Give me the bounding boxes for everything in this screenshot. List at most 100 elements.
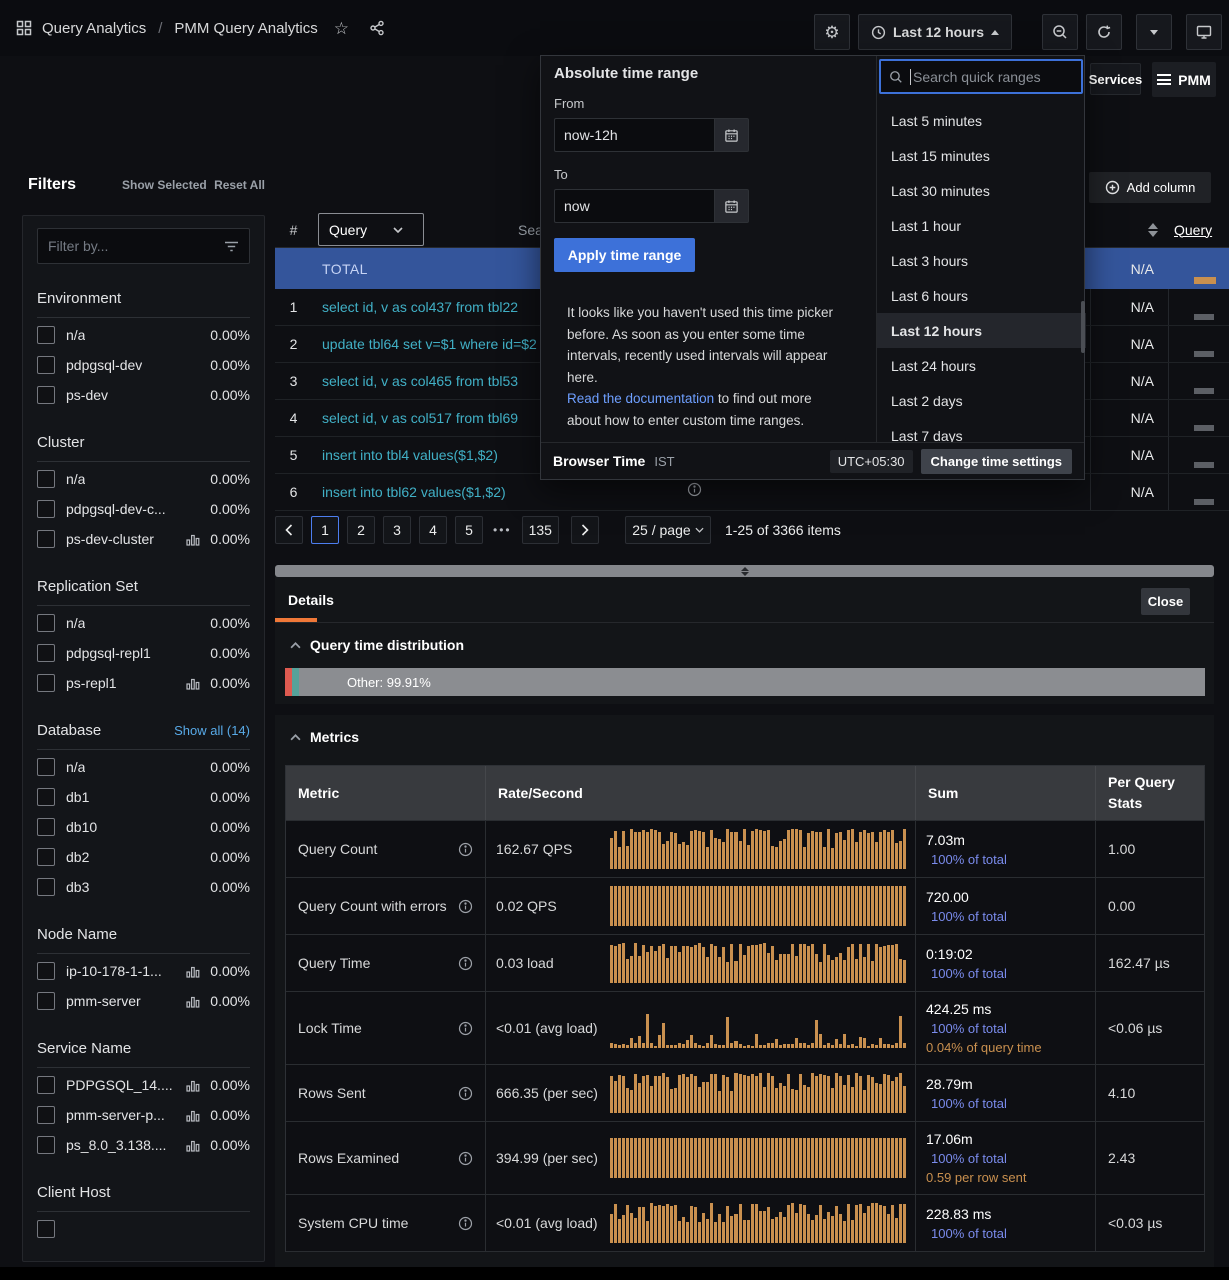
prev-page-button[interactable]	[275, 516, 303, 544]
filter-item[interactable]: ps-repl1 0.00%	[37, 668, 250, 698]
filter-checkbox[interactable]	[37, 992, 55, 1010]
quick-range-option[interactable]: Last 30 minutes	[877, 173, 1086, 208]
quick-ranges-scrollbar[interactable]	[1081, 301, 1085, 353]
filter-checkbox[interactable]	[37, 788, 55, 806]
to-calendar-button[interactable]	[714, 189, 749, 223]
filter-checkbox[interactable]	[37, 326, 55, 344]
filter-item[interactable]: n/a 0.00%	[37, 752, 250, 782]
quick-range-option[interactable]: Last 6 hours	[877, 278, 1086, 313]
filter-checkbox[interactable]	[37, 878, 55, 896]
close-details-button[interactable]: Close	[1141, 588, 1190, 615]
metric-sum-percent-link[interactable]: 100% of total	[926, 1096, 1085, 1111]
quick-range-option[interactable]: Last 1 hour	[877, 208, 1086, 243]
details-resize-handle[interactable]	[275, 565, 1214, 577]
bar-chart-icon[interactable]	[186, 1138, 200, 1152]
filter-item[interactable]: ps-dev 0.00%	[37, 380, 250, 410]
change-time-settings-button[interactable]: Change time settings	[921, 449, 1072, 474]
info-icon[interactable]	[458, 1151, 473, 1166]
filter-item[interactable]: db2 0.00%	[37, 842, 250, 872]
info-icon[interactable]	[458, 899, 473, 914]
filter-checkbox[interactable]	[37, 386, 55, 404]
filter-checkbox[interactable]	[37, 1136, 55, 1154]
bar-chart-icon[interactable]	[186, 1078, 200, 1092]
bar-chart-icon[interactable]	[186, 994, 200, 1008]
filter-item[interactable]: n/a 0.00%	[37, 608, 250, 638]
filter-checkbox[interactable]	[37, 470, 55, 488]
info-icon[interactable]	[458, 1021, 473, 1036]
metric-sum-percent-link[interactable]: 100% of total	[926, 1021, 1085, 1036]
filter-item[interactable]: ps_8.0_3.138.... 0.00%	[37, 1130, 250, 1160]
info-icon[interactable]	[458, 956, 473, 971]
filter-checkbox[interactable]	[37, 674, 55, 692]
info-icon[interactable]	[458, 1086, 473, 1101]
filter-checkbox[interactable]	[37, 1220, 55, 1238]
filter-checkbox[interactable]	[37, 962, 55, 980]
page-number-button[interactable]: 2	[347, 516, 375, 544]
to-input[interactable]: now	[554, 189, 714, 223]
last-page-button[interactable]: 135	[522, 516, 559, 544]
apps-grid-icon[interactable]	[16, 20, 32, 36]
metric-sum-percent-link[interactable]: 100% of total	[926, 1151, 1085, 1166]
metric-sum-percent-link[interactable]: 100% of total	[926, 909, 1085, 924]
info-icon[interactable]	[458, 1216, 473, 1231]
metric-sum-percent-link[interactable]: 100% of total	[926, 852, 1085, 867]
page-number-button[interactable]: 5	[455, 516, 483, 544]
filter-checkbox[interactable]	[37, 644, 55, 662]
add-column-button[interactable]: Add column	[1089, 172, 1211, 203]
filter-item[interactable]: pdpgsql-dev-c... 0.00%	[37, 494, 250, 524]
filter-item[interactable]	[37, 1214, 250, 1244]
query-column-picker[interactable]: Query	[318, 213, 424, 246]
refresh-interval-dropdown[interactable]	[1136, 14, 1172, 50]
quick-range-option[interactable]: Last 5 minutes	[877, 103, 1086, 138]
pmm-menu-button[interactable]: PMM	[1152, 62, 1216, 97]
show-selected-button[interactable]: Show Selected	[122, 178, 207, 192]
info-icon[interactable]	[458, 842, 473, 857]
quick-range-option[interactable]: Last 12 hours	[877, 313, 1086, 348]
bar-chart-icon[interactable]	[186, 1108, 200, 1122]
page-number-button[interactable]: 1	[311, 516, 339, 544]
info-icon[interactable]	[687, 482, 702, 497]
filter-checkbox[interactable]	[37, 614, 55, 632]
page-size-select[interactable]: 25 / page	[625, 516, 711, 544]
tab-details[interactable]: Details	[275, 577, 334, 623]
filter-item[interactable]: pmm-server 0.00%	[37, 986, 250, 1016]
quick-ranges-search-input[interactable]: Search quick ranges	[879, 59, 1083, 94]
filter-item[interactable]: ip-10-178-1-1... 0.00%	[37, 956, 250, 986]
filter-by-input[interactable]: Filter by...	[37, 228, 250, 264]
zoom-out-button[interactable]	[1042, 14, 1078, 50]
filter-checkbox[interactable]	[37, 1106, 55, 1124]
bar-chart-icon[interactable]	[186, 532, 200, 546]
filter-checkbox[interactable]	[37, 848, 55, 866]
star-icon[interactable]: ☆	[334, 20, 349, 37]
distribution-segment-other[interactable]: Other: 99.91%	[299, 668, 1205, 696]
distribution-segment-teal[interactable]	[292, 668, 299, 696]
filter-item[interactable]: n/a 0.00%	[37, 320, 250, 350]
filter-item[interactable]: db10 0.00%	[37, 812, 250, 842]
share-icon[interactable]	[369, 20, 385, 36]
bar-chart-icon[interactable]	[186, 676, 200, 690]
filter-checkbox[interactable]	[37, 356, 55, 374]
quick-range-option[interactable]: Last 7 days	[877, 418, 1086, 444]
filter-item[interactable]: ps-dev-cluster 0.00%	[37, 524, 250, 554]
time-range-picker-button[interactable]: Last 12 hours	[858, 14, 1012, 50]
show-all-link[interactable]: Show all (14)	[174, 723, 250, 738]
filter-checkbox[interactable]	[37, 758, 55, 776]
bar-chart-icon[interactable]	[186, 964, 200, 978]
quick-range-option[interactable]: Last 24 hours	[877, 348, 1086, 383]
read-documentation-link[interactable]: Read the documentation	[567, 391, 714, 406]
filter-item[interactable]: pdpgsql-dev 0.00%	[37, 350, 250, 380]
page-number-button[interactable]: 3	[383, 516, 411, 544]
query-time-distribution-header[interactable]: Query time distribution	[275, 623, 1214, 653]
apply-time-range-button[interactable]: Apply time range	[554, 238, 695, 272]
refresh-button[interactable]	[1086, 14, 1122, 50]
next-page-button[interactable]	[571, 516, 599, 544]
metric-sum-percent-link[interactable]: 100% of total	[926, 1226, 1085, 1241]
metric-sum-percent-link[interactable]: 100% of total	[926, 966, 1085, 981]
filter-checkbox[interactable]	[37, 818, 55, 836]
metric-sort-control[interactable]	[1090, 223, 1168, 237]
quick-range-option[interactable]: Last 2 days	[877, 383, 1086, 418]
filter-item[interactable]: PDPGSQL_14.... 0.00%	[37, 1070, 250, 1100]
filter-item[interactable]: pdpgsql-repl1 0.00%	[37, 638, 250, 668]
filter-item[interactable]: db1 0.00%	[37, 782, 250, 812]
page-number-button[interactable]: 4	[419, 516, 447, 544]
